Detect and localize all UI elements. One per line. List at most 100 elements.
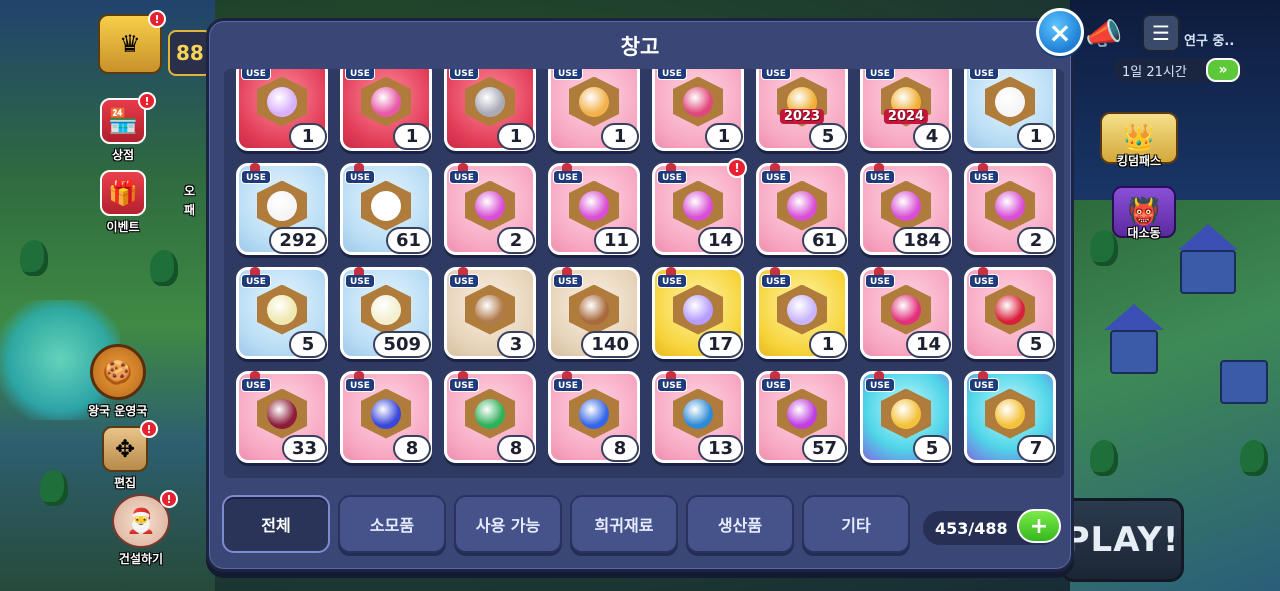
cream-pouch-icon <box>359 283 413 337</box>
item-slot[interactable]: USE 14 <box>860 267 952 359</box>
item-slot[interactable]: USE 1 <box>756 267 848 359</box>
megaphone-icon: 📣 <box>1085 16 1123 52</box>
partial-label: 오 <box>184 184 196 198</box>
item-slot[interactable]: USE 8 <box>548 371 640 463</box>
shop-button[interactable]: 🏪 상점 ! <box>100 92 156 163</box>
gift-icon: 🎁 <box>100 170 146 216</box>
item-count: 1 <box>497 123 535 150</box>
partial-hud-item[interactable]: 오 패 <box>184 180 195 218</box>
item-slot[interactable]: USE 61 <box>756 163 848 255</box>
item-slot[interactable]: USE 2023 5 <box>756 69 848 151</box>
shop-label: 상점 <box>111 148 135 162</box>
menu-button[interactable]: ☰ <box>1142 14 1180 52</box>
item-slot[interactable]: USE 5 <box>860 371 952 463</box>
item-slot[interactable]: USE 5 <box>236 267 328 359</box>
brown-pouch-icon <box>567 283 621 337</box>
timer-text: 1일 21시간 <box>1122 64 1187 80</box>
event-button[interactable]: 🎁 이벤트 <box>100 170 146 235</box>
storage-modal: 창고 USE 1 USE 1 USE 1 USE 1 USE 1 USE 2023 5 USE 2024 4 U… <box>206 18 1074 572</box>
item-slot[interactable]: USE 7 <box>964 371 1056 463</box>
item-slot[interactable]: USE 1 <box>236 69 328 151</box>
item-slot[interactable]: USE 3 <box>444 267 536 359</box>
year-label: 2023 <box>779 109 825 124</box>
item-slot[interactable]: USE 8 <box>444 371 536 463</box>
blue-orange-card-icon <box>567 387 621 441</box>
cookie-emblem-icon <box>671 75 725 129</box>
item-slot[interactable]: USE 1 <box>548 69 640 151</box>
item-count: 14 <box>697 227 743 254</box>
item-slot[interactable]: USE 8 <box>340 371 432 463</box>
item-count: 57 <box>801 435 847 462</box>
item-count: 61 <box>385 227 431 254</box>
close-button[interactable]: × <box>1036 8 1084 56</box>
item-slot[interactable]: USE 184 <box>860 163 952 255</box>
tab-0[interactable]: 전체 <box>222 495 330 553</box>
item-count: 61 <box>801 227 847 254</box>
item-count: 11 <box>593 227 639 254</box>
item-slot[interactable]: USE 14! <box>652 158 747 255</box>
item-count: 1 <box>601 123 639 150</box>
tab-1[interactable]: 소모품 <box>338 495 446 553</box>
item-count: 33 <box>281 435 327 462</box>
item-slot[interactable]: USE 17 <box>652 267 744 359</box>
item-count: 14 <box>905 331 951 358</box>
tab-3[interactable]: 희귀재료 <box>570 495 678 553</box>
item-count: 4 <box>913 123 951 150</box>
item-count: 184 <box>893 227 951 254</box>
item-count: 5 <box>1017 331 1055 358</box>
item-slot[interactable]: USE 2 <box>444 163 536 255</box>
gray-crest-icon <box>463 75 517 129</box>
tab-4[interactable]: 생산품 <box>686 495 794 553</box>
item-slot[interactable]: USE 1 <box>964 69 1056 151</box>
item-slot[interactable]: USE 2 <box>964 163 1056 255</box>
item-slot[interactable]: USE 13 <box>652 371 744 463</box>
notification-badge: ! <box>160 490 178 508</box>
new-item-alert-badge: ! <box>727 158 747 178</box>
expand-storage-button[interactable]: + <box>1017 509 1061 543</box>
fast-forward-icon: » <box>1218 62 1228 78</box>
megaphone-button[interactable]: 📣 <box>1084 14 1124 54</box>
teal-card-icon <box>671 387 725 441</box>
kingdom-level-crown[interactable]: ♛ ! <box>98 10 166 74</box>
cookie-head-icon: 🍪 <box>89 344 146 400</box>
year-label: 2024 <box>883 109 929 124</box>
purple-crystal-icon <box>671 283 725 337</box>
item-slot[interactable]: USE 1 <box>340 69 432 151</box>
kingdom-pass-label: 킹덤패스 <box>1116 154 1162 168</box>
item-slot[interactable]: USE 140 <box>548 267 640 359</box>
item-grid-scroll[interactable]: USE 1 USE 1 USE 1 USE 1 USE 1 USE 2023 5 USE 2024 4 USE 1… <box>224 69 1064 478</box>
item-slot[interactable]: USE 57 <box>756 371 848 463</box>
kingdom-pass-button[interactable]: 👑 킹덤패스 <box>1100 112 1178 169</box>
build-button[interactable]: 🎅 건설하기 ! <box>112 490 178 567</box>
item-slot[interactable]: USE 33 <box>236 371 328 463</box>
item-slot[interactable]: USE 509 <box>340 267 432 359</box>
tab-2[interactable]: 사용 가능 <box>454 495 562 553</box>
item-count: 1 <box>393 123 431 150</box>
edit-button[interactable]: ✥ 편집 ! <box>102 420 158 491</box>
kingdom-management-button[interactable]: 🍪 왕국 운영국 <box>88 344 147 419</box>
item-slot[interactable]: USE 11 <box>548 163 640 255</box>
item-count: 509 <box>373 331 431 358</box>
item-slot[interactable]: USE 2024 4 <box>860 69 952 151</box>
item-count: 5 <box>809 123 847 150</box>
play-label: PLAY! <box>1064 520 1180 560</box>
play-button[interactable]: PLAY! <box>1060 498 1184 582</box>
tree <box>20 240 48 276</box>
storage-capacity: 453/488 + <box>923 509 1061 545</box>
item-slot[interactable]: USE 61 <box>340 163 432 255</box>
tab-5[interactable]: 기타 <box>802 495 910 553</box>
kingdom-house <box>1110 330 1158 374</box>
item-count: 1 <box>705 123 743 150</box>
item-slot[interactable]: USE 1 <box>652 69 744 151</box>
silver-emblem-icon <box>983 75 1037 129</box>
fast-forward-button[interactable]: » <box>1206 58 1240 82</box>
item-slot[interactable]: USE 5 <box>964 267 1056 359</box>
kingdom-land-left <box>0 0 215 591</box>
item-slot[interactable]: USE 1 <box>444 69 536 151</box>
chaos-event-button[interactable]: 👹 대소동 <box>1112 186 1176 241</box>
item-slot[interactable]: USE 292 <box>236 163 328 255</box>
gold-wing-crest-icon <box>879 387 933 441</box>
item-count: 1 <box>809 331 847 358</box>
item-count: 2 <box>497 227 535 254</box>
lilac-flower-icon <box>775 283 829 337</box>
